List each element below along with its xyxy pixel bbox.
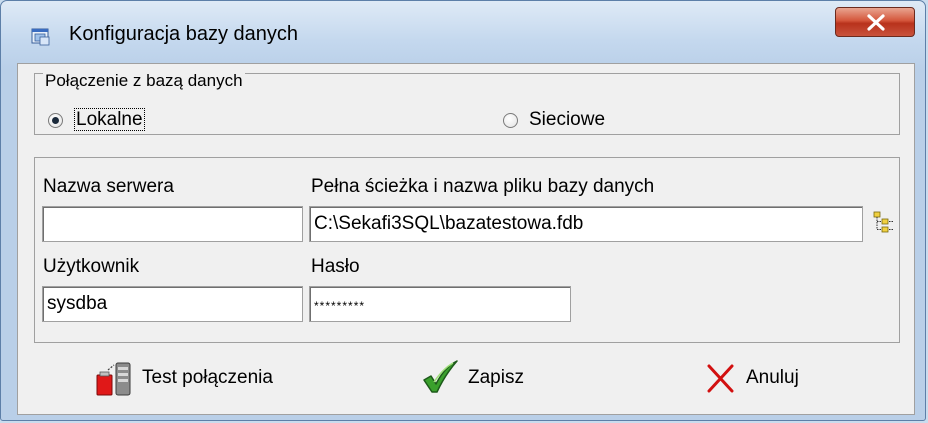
radio-dot	[52, 117, 59, 124]
close-button[interactable]	[835, 7, 915, 37]
window-title: Konfiguracja bazy danych	[69, 23, 299, 45]
radio-label-local: Lokalne	[74, 108, 145, 131]
connection-legend: Połączenie z bazą danych	[43, 71, 245, 91]
user-label: Użytkownik	[43, 256, 140, 277]
x-icon	[707, 364, 734, 393]
user-input[interactable]	[42, 286, 303, 322]
password-input[interactable]	[309, 286, 571, 322]
password-label: Hasło	[311, 256, 360, 277]
cancel-button[interactable]: Anuluj	[702, 354, 799, 402]
path-input[interactable]	[309, 206, 863, 242]
server-label: Nazwa serwera	[43, 176, 174, 197]
cancel-label: Anuluj	[746, 367, 799, 388]
folder-tree-icon[interactable]	[872, 209, 894, 235]
dialog-body: Połączenie z bazą danych Lokalne Sieciow…	[17, 63, 915, 415]
connection-test-icon	[96, 362, 131, 396]
radio-label-network: Sieciowe	[529, 109, 606, 130]
test-connection-button[interactable]: Test połączenia	[94, 354, 273, 402]
radio-circle-network	[503, 113, 518, 128]
server-input[interactable]	[42, 206, 303, 242]
dialog-window: Konfiguracja bazy danych Połączenie z ba…	[0, 0, 926, 421]
path-label: Pełna ścieżka i nazwa pliku bazy danych	[311, 176, 655, 197]
database-window-icon	[31, 28, 50, 46]
close-icon	[867, 14, 885, 31]
radio-circle-local	[48, 113, 63, 128]
save-button[interactable]: Zapisz	[420, 354, 524, 402]
checkmark-icon	[423, 360, 458, 393]
test-connection-label: Test połączenia	[142, 367, 273, 388]
title-bar[interactable]: Konfiguracja bazy danych	[1, 1, 925, 67]
save-label: Zapisz	[468, 367, 524, 388]
connection-groupbox: Połączenie z bazą danych Lokalne Sieciow…	[34, 71, 900, 135]
